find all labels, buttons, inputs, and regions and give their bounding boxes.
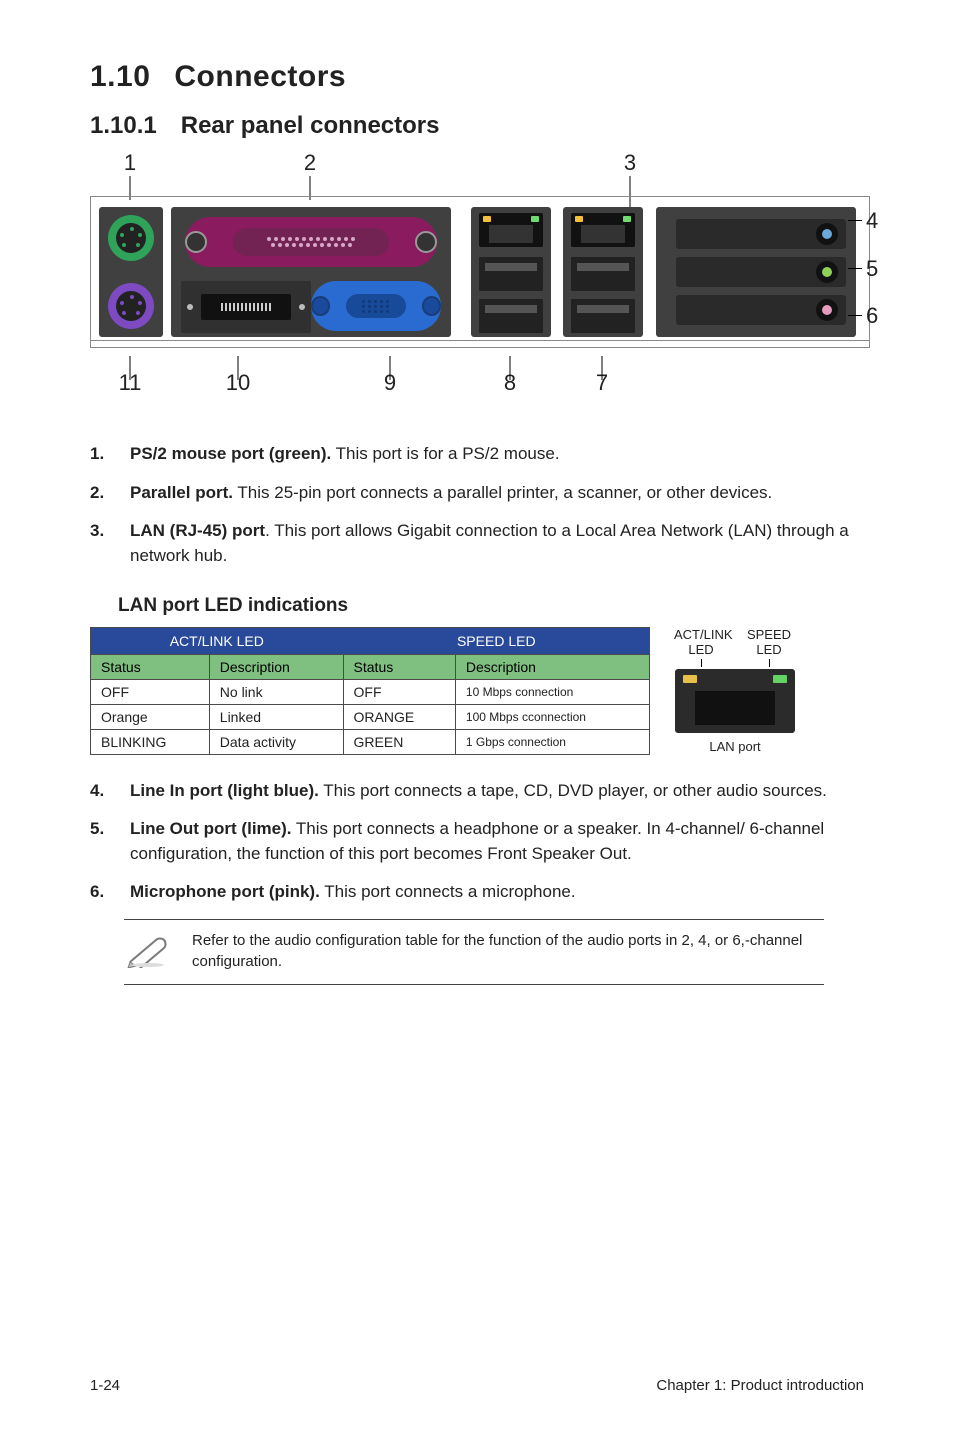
table-row: BLINKING Data activity GREEN 1 Gbps conn…: [91, 729, 650, 754]
led-sub-status: Status: [91, 654, 210, 679]
item-rest: This port connects a microphone.: [320, 882, 576, 901]
speed-led-label: SPEED LED: [742, 627, 796, 657]
led-group-b: SPEED LED: [343, 627, 649, 654]
section-heading: 1.10 Connectors: [90, 60, 864, 94]
subsection-number: 1.10.1: [90, 112, 157, 139]
parallel-port: [185, 217, 437, 267]
rj45-icon: [675, 669, 795, 733]
item-bold: Microphone port (pink).: [130, 882, 320, 901]
cell: ORANGE: [343, 704, 455, 729]
led-sub-desc: Description: [455, 654, 649, 679]
lan-port-b: [571, 213, 635, 247]
item-number: 5.: [90, 817, 130, 866]
note-text: Refer to the audio configuration table f…: [192, 930, 824, 972]
led-table: ACT/LINK LED SPEED LED Status Descriptio…: [90, 627, 650, 755]
cell: OFF: [343, 679, 455, 704]
cell: No link: [209, 679, 343, 704]
com-port: [181, 281, 311, 333]
page-footer: 1-24 Chapter 1: Product introduction: [90, 1377, 864, 1394]
usb-port: [479, 299, 543, 333]
cell: Linked: [209, 704, 343, 729]
cell: OFF: [91, 679, 210, 704]
cell: 100 Mbps cconnection: [455, 704, 649, 729]
rear-panel-diagram: 1 2 3: [90, 150, 870, 410]
lan-port-a: [479, 213, 543, 247]
item-rest: This port connects a tape, CD, DVD playe…: [319, 781, 827, 800]
list-item: 4. Line In port (light blue). This port …: [90, 779, 864, 804]
ps2-block: [99, 207, 163, 337]
usb-port: [571, 299, 635, 333]
subsection-heading: 1.10.1 Rear panel connectors: [90, 112, 864, 140]
cell: BLINKING: [91, 729, 210, 754]
lan-led-heading: LAN port LED indications: [118, 595, 864, 617]
usb-port: [479, 257, 543, 291]
cell: GREEN: [343, 729, 455, 754]
item-number: 2.: [90, 481, 130, 506]
page-number: 1-24: [90, 1377, 120, 1394]
item-rest: This port is for a PS/2 mouse.: [331, 444, 559, 463]
callout-5: 5: [866, 256, 878, 282]
note-box: Refer to the audio configuration table f…: [124, 919, 824, 985]
list-item: 1. PS/2 mouse port (green). This port is…: [90, 442, 864, 467]
item-bold: Parallel port.: [130, 483, 233, 502]
pencil-icon: [124, 934, 172, 968]
list-item: 6. Microphone port (pink). This port con…: [90, 880, 864, 905]
vga-port: [311, 281, 441, 331]
cell: Data activity: [209, 729, 343, 754]
port-list-a: 1. PS/2 mouse port (green). This port is…: [90, 442, 864, 569]
section-number: 1.10: [90, 60, 150, 93]
list-item: 5. Line Out port (lime). This port conne…: [90, 817, 864, 866]
mic-jack: [676, 295, 846, 325]
cell: Orange: [91, 704, 210, 729]
callout-4: 4: [866, 208, 878, 234]
lan-port-illustration: ACT/LINK LED SPEED LED LAN port: [674, 627, 796, 754]
ps2-mouse-port: [108, 215, 154, 261]
callout-6: 6: [866, 303, 878, 329]
item-bold: PS/2 mouse port (green).: [130, 444, 331, 463]
cell: 1 Gbps connection: [455, 729, 649, 754]
callout-1: 1: [124, 150, 136, 176]
callout-3: 3: [624, 150, 636, 176]
item-number: 1.: [90, 442, 130, 467]
cell: 10 Mbps connection: [455, 679, 649, 704]
line-in-jack: [676, 219, 846, 249]
item-number: 6.: [90, 880, 130, 905]
led-sub-status: Status: [343, 654, 455, 679]
usb-lan-block-a: [471, 207, 551, 337]
port-list-b: 4. Line In port (light blue). This port …: [90, 779, 864, 906]
item-number: 4.: [90, 779, 130, 804]
item-bold: LAN (RJ-45) port: [130, 521, 265, 540]
item-rest: This 25-pin port connects a parallel pri…: [233, 483, 772, 502]
lan-port-caption: LAN port: [674, 739, 796, 754]
ps2-keyboard-port: [108, 283, 154, 329]
section-title: Connectors: [174, 60, 346, 93]
led-sub-desc: Description: [209, 654, 343, 679]
parallel-vga-block: [171, 207, 451, 337]
subsection-title: Rear panel connectors: [181, 112, 440, 139]
usb-lan-block-b: [563, 207, 643, 337]
line-out-jack: [676, 257, 846, 287]
audio-block: [656, 207, 856, 337]
item-number: 3.: [90, 519, 130, 568]
led-group-a: ACT/LINK LED: [91, 627, 344, 654]
chapter-label: Chapter 1: Product introduction: [656, 1377, 864, 1394]
list-item: 3. LAN (RJ-45) port. This port allows Gi…: [90, 519, 864, 568]
usb-port: [571, 257, 635, 291]
list-item: 2. Parallel port. This 25-pin port conne…: [90, 481, 864, 506]
item-bold: Line Out port (lime).: [130, 819, 292, 838]
callout-2: 2: [304, 150, 316, 176]
table-row: Orange Linked ORANGE 100 Mbps cconnectio…: [91, 704, 650, 729]
act-link-led-label: ACT/LINK LED: [674, 627, 728, 657]
table-row: OFF No link OFF 10 Mbps connection: [91, 679, 650, 704]
item-bold: Line In port (light blue).: [130, 781, 319, 800]
